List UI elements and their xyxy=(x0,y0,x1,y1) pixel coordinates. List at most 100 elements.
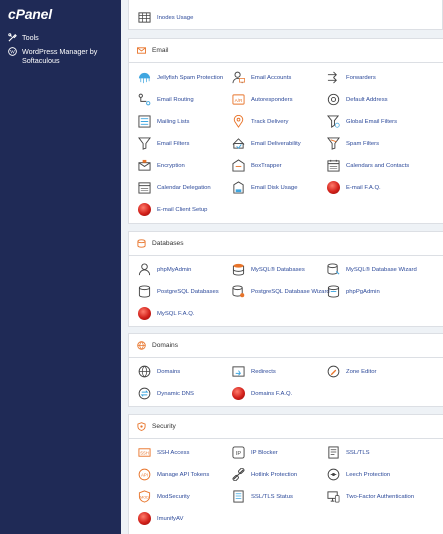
svg-text:A/R: A/R xyxy=(235,98,243,103)
database-icon xyxy=(137,239,146,248)
calendar-delegation-link[interactable]: Calendar Delegation xyxy=(138,181,211,194)
databases-section-header[interactable]: Databases xyxy=(129,232,443,256)
routing-icon xyxy=(138,93,151,106)
section-title: Security xyxy=(152,423,176,430)
redirects-link[interactable]: Redirects xyxy=(232,365,276,378)
calendars-and-contacts-link[interactable]: Calendars and Contacts xyxy=(327,159,409,172)
calendar-delegation-icon xyxy=(138,182,151,194)
svg-text:IP: IP xyxy=(236,451,242,457)
inodes-usage-link[interactable]: Inodes Usage xyxy=(138,11,193,24)
boxtrapper-icon xyxy=(232,159,245,172)
email-routing-link[interactable]: Email Routing xyxy=(138,93,194,106)
sidebar-item-wordpress[interactable]: W WordPress Manager by Softaculous xyxy=(8,47,97,65)
email-faq-link[interactable]: E-mail F.A.Q. xyxy=(327,181,381,194)
hotlink-protection-link[interactable]: Hotlink Protection xyxy=(232,468,297,481)
email-section-header[interactable]: Email xyxy=(129,39,443,63)
dynamic-dns-link[interactable]: Dynamic DNS xyxy=(138,387,194,400)
modsecurity-link[interactable]: MOD ModSecurity xyxy=(138,490,190,503)
list-icon xyxy=(138,115,151,128)
imunifyav-link[interactable]: ImunifyAV xyxy=(138,512,183,525)
domains-section-header[interactable]: Domains xyxy=(129,334,443,358)
forwarders-link[interactable]: Forwarders xyxy=(327,71,376,84)
security-section: Security SSH SSH Access IP IP Blocker SSL/… xyxy=(128,414,443,534)
sidebar-item-label-line2: Softaculous xyxy=(22,56,60,65)
ssh-access-link[interactable]: SSH SSH Access xyxy=(138,446,189,459)
spam-funnel-icon xyxy=(327,137,340,150)
postgresql-database-wizard-link[interactable]: PostgreSQL Database Wizard xyxy=(232,285,330,298)
section-title: Email xyxy=(152,47,169,54)
autoresponders-link[interactable]: A/R Autoresponders xyxy=(232,93,293,106)
files-panel-bottom: Inodes Usage xyxy=(128,0,443,30)
faq-ball-icon xyxy=(138,307,151,320)
spam-filters-link[interactable]: Spam Filters xyxy=(327,137,379,150)
jellyfish-spam-protection-link[interactable]: Jellyfish Spam Protection xyxy=(138,71,223,84)
phppgadmin-icon xyxy=(327,285,340,298)
email-disk-usage-link[interactable]: Email Disk Usage xyxy=(232,181,297,194)
leech-protection-link[interactable]: Leech Protection xyxy=(327,468,390,481)
sidebar-item-label: Tools xyxy=(22,33,39,42)
svg-text:MOD: MOD xyxy=(140,495,149,499)
domains-faq-link[interactable]: Domains F.A.Q. xyxy=(232,387,292,400)
ssl-tls-link[interactable]: SSL/TLS xyxy=(327,446,370,459)
email-filters-link[interactable]: Email Filters xyxy=(138,137,189,150)
cpanel-app: cPanel Tools W WordPress Manager by Soft… xyxy=(0,0,443,534)
ssh-icon: SSH xyxy=(138,448,151,457)
manage-api-tokens-link[interactable]: API Manage API Tokens xyxy=(138,468,209,481)
ip-blocker-link[interactable]: IP IP Blocker xyxy=(232,446,278,459)
inodes-icon xyxy=(138,12,151,23)
sidebar: cPanel Tools W WordPress Manager by Soft… xyxy=(0,0,121,534)
domains-link[interactable]: Domains xyxy=(138,365,180,378)
postgresql-databases-link[interactable]: PostgreSQL Databases xyxy=(138,285,219,298)
at-sign-icon xyxy=(327,93,340,106)
email-accounts-link[interactable]: Email Accounts xyxy=(232,71,291,84)
encryption-link[interactable]: Encryption xyxy=(138,159,185,172)
disk-usage-icon xyxy=(233,181,244,194)
envelope-icon xyxy=(137,47,146,54)
faq-ball-icon xyxy=(327,181,340,194)
mysql-faq-link[interactable]: MySQL F.A.Q. xyxy=(138,307,194,320)
mysql-database-wizard-link[interactable]: MySQL® Database Wizard xyxy=(327,263,417,276)
faq-ball-icon xyxy=(232,387,245,400)
zone-editor-link[interactable]: Zone Editor xyxy=(327,365,376,378)
jellyfish-icon xyxy=(138,72,151,84)
phpmyadmin-link[interactable]: phpMyAdmin xyxy=(138,263,191,276)
email-deliverability-link[interactable]: Email Deliverability xyxy=(232,137,301,150)
boxtrapper-link[interactable]: BoxTrapper xyxy=(232,159,282,172)
two-factor-icon xyxy=(327,491,340,503)
email-client-setup-link[interactable]: E-mail Client Setup xyxy=(138,203,207,216)
sidebar-item-label-line1: WordPress Manager by xyxy=(22,47,98,56)
imunifyav-icon xyxy=(138,512,151,525)
two-factor-authentication-link[interactable]: Two-Factor Authentication xyxy=(327,490,414,503)
ssl-tls-status-link[interactable]: SSL/TLS Status xyxy=(232,490,293,503)
postgresql-icon xyxy=(138,285,151,298)
database-wizard-icon xyxy=(327,263,340,275)
postgresql-wizard-icon xyxy=(232,285,245,298)
phppgadmin-link[interactable]: phpPgAdmin xyxy=(327,285,380,298)
main-content: Inodes Usage Email Jellyfish Spam Protec… xyxy=(121,0,443,534)
redirect-icon xyxy=(232,366,245,377)
wordpress-icon: W xyxy=(8,47,17,56)
modsecurity-icon: MOD xyxy=(138,490,151,503)
deliverability-icon xyxy=(232,138,245,149)
autoresponder-icon: A/R xyxy=(232,94,245,105)
faq-ball-icon xyxy=(138,203,151,216)
ip-blocker-icon: IP xyxy=(232,446,245,459)
track-delivery-link[interactable]: Track Delivery xyxy=(232,115,288,128)
funnel-globe-icon xyxy=(327,115,340,128)
domains-section: Domains Domains Redirects Zone Editor Dy… xyxy=(128,333,443,407)
mailing-lists-link[interactable]: Mailing Lists xyxy=(138,115,189,128)
certificate-icon xyxy=(328,446,339,459)
section-title: Domains xyxy=(152,342,179,349)
tools-icon xyxy=(8,33,17,42)
mysql-databases-link[interactable]: MySQL® Databases xyxy=(232,263,305,276)
global-email-filters-link[interactable]: Global Email Filters xyxy=(327,115,397,128)
email-section: Email Jellyfish Spam Protection Email Ac… xyxy=(128,38,443,224)
security-section-header[interactable]: Security xyxy=(129,415,443,439)
zone-editor-icon xyxy=(327,365,340,378)
mysql-database-icon xyxy=(232,263,245,276)
default-address-link[interactable]: Default Address xyxy=(327,93,388,106)
globe-icon xyxy=(138,365,151,378)
cpanel-logo[interactable]: cPanel xyxy=(8,6,52,22)
shield-icon xyxy=(137,422,146,431)
sidebar-item-tools[interactable]: Tools xyxy=(8,33,39,42)
